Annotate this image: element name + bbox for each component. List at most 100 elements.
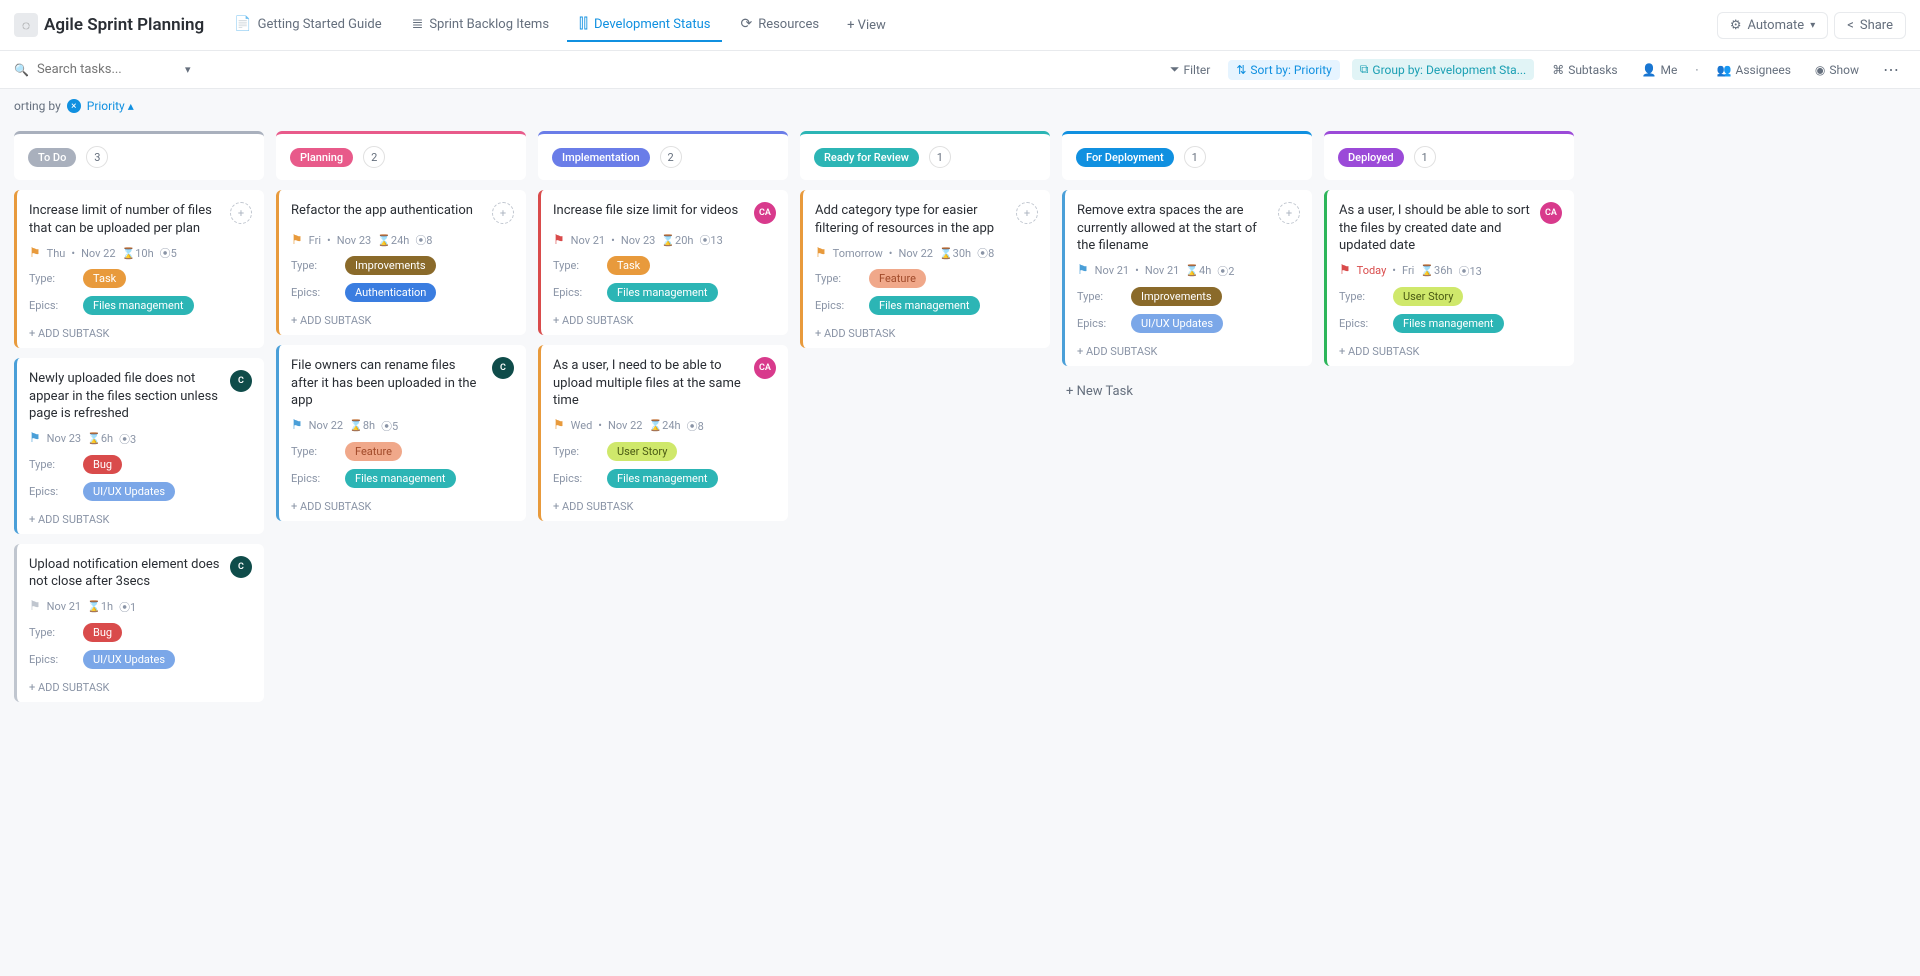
more-button[interactable]: ⋯ bbox=[1877, 57, 1906, 82]
column-header[interactable]: Implementation2 bbox=[538, 131, 788, 180]
task-card[interactable]: File owners can rename files after it ha… bbox=[276, 345, 526, 521]
type-tag[interactable]: Feature bbox=[345, 442, 402, 461]
priority-flag-icon[interactable]: ⚑ bbox=[29, 246, 41, 261]
sort-by-button[interactable]: ⇅Sort by: Priority bbox=[1228, 60, 1340, 80]
tab-sprint-backlog-items[interactable]: ≣Sprint Backlog Items bbox=[400, 8, 561, 42]
avatar[interactable]: CA bbox=[754, 202, 776, 224]
me-button[interactable]: 👤Me bbox=[1636, 60, 1684, 80]
task-card[interactable]: Increase limit of number of files that c… bbox=[14, 190, 264, 348]
add-subtask-button[interactable]: + ADD SUBTASK bbox=[29, 677, 252, 694]
add-view-button[interactable]: + View bbox=[837, 10, 896, 41]
epic-tag[interactable]: Files management bbox=[607, 283, 718, 302]
type-tag[interactable]: Feature bbox=[869, 269, 926, 288]
avatar[interactable]: CA bbox=[1540, 202, 1562, 224]
priority-flag-icon[interactable]: ⚑ bbox=[1077, 263, 1089, 278]
epic-tag[interactable]: Files management bbox=[1393, 314, 1504, 333]
project-title: Agile Sprint Planning bbox=[44, 15, 204, 35]
priority-flag-icon[interactable]: ⚑ bbox=[291, 418, 303, 433]
type-label: Type: bbox=[29, 458, 65, 471]
epic-tag[interactable]: Files management bbox=[345, 469, 456, 488]
column-header[interactable]: For Deployment1 bbox=[1062, 131, 1312, 180]
task-card[interactable]: As a user, I should be able to sort the … bbox=[1324, 190, 1574, 366]
assignee-placeholder-icon[interactable]: + bbox=[230, 202, 252, 224]
filter-button[interactable]: ⏷Filter bbox=[1164, 59, 1216, 80]
add-subtask-button[interactable]: + ADD SUBTASK bbox=[291, 310, 514, 327]
type-tag[interactable]: User Story bbox=[1393, 287, 1463, 306]
tab-getting-started-guide[interactable]: 📄Getting Started Guide bbox=[222, 8, 393, 42]
tab-resources[interactable]: ⟳Resources bbox=[728, 8, 831, 42]
assignee-placeholder-icon[interactable]: + bbox=[1278, 202, 1300, 224]
chevron-down-icon[interactable]: ▾ bbox=[185, 63, 191, 76]
epic-tag[interactable]: Files management bbox=[869, 296, 980, 315]
task-card[interactable]: Newly uploaded file does not appear in t… bbox=[14, 358, 264, 534]
epic-tag[interactable]: Authentication bbox=[345, 283, 436, 302]
avatar[interactable]: C bbox=[230, 370, 252, 392]
type-tag[interactable]: Bug bbox=[83, 455, 122, 474]
column-header[interactable]: Ready for Review1 bbox=[800, 131, 1050, 180]
priority-flag-icon[interactable]: ⚑ bbox=[553, 233, 565, 248]
task-card[interactable]: Upload notification element does not clo… bbox=[14, 544, 264, 702]
epics-label: Epics: bbox=[29, 299, 65, 312]
count-badge: 2 bbox=[363, 146, 385, 168]
task-card[interactable]: As a user, I need to be able to upload m… bbox=[538, 345, 788, 521]
task-card[interactable]: Refactor the app authentication+⚑Fri•Nov… bbox=[276, 190, 526, 335]
add-subtask-button[interactable]: + ADD SUBTASK bbox=[815, 323, 1038, 340]
task-card[interactable]: Increase file size limit for videosCA⚑No… bbox=[538, 190, 788, 335]
automate-button[interactable]: ⚙ Automate ▾ bbox=[1717, 12, 1828, 39]
task-meta: ⚑Thu•Nov 22⌛10h⦿5 bbox=[29, 245, 252, 261]
epic-tag[interactable]: Files management bbox=[607, 469, 718, 488]
add-subtask-button[interactable]: + ADD SUBTASK bbox=[1077, 341, 1300, 358]
search-input[interactable] bbox=[37, 62, 177, 77]
kanban-board: To Do3 Increase limit of number of files … bbox=[0, 123, 1920, 732]
search-box[interactable]: 🔍 ▾ bbox=[14, 62, 214, 77]
type-label: Type: bbox=[1339, 290, 1375, 303]
assignee-placeholder-icon[interactable]: + bbox=[1016, 202, 1038, 224]
priority-flag-icon[interactable]: ⚑ bbox=[29, 431, 41, 446]
assignee-placeholder-icon[interactable]: + bbox=[492, 202, 514, 224]
add-subtask-button[interactable]: + ADD SUBTASK bbox=[29, 323, 252, 340]
tab-development-status[interactable]: ⫿⫿Development Status bbox=[567, 8, 722, 42]
epic-tag[interactable]: UI/UX Updates bbox=[83, 650, 175, 669]
avatar[interactable]: CA bbox=[754, 357, 776, 379]
column-header[interactable]: Planning2 bbox=[276, 131, 526, 180]
type-tag[interactable]: User Story bbox=[607, 442, 677, 461]
column-header[interactable]: Deployed1 bbox=[1324, 131, 1574, 180]
task-card[interactable]: Add category type for easier filtering o… bbox=[800, 190, 1050, 348]
task-card[interactable]: Remove extra spaces the are currently al… bbox=[1062, 190, 1312, 366]
add-subtask-button[interactable]: + ADD SUBTASK bbox=[1339, 341, 1562, 358]
type-tag[interactable]: Bug bbox=[83, 623, 122, 642]
filter-icon: ⏷ bbox=[1170, 62, 1180, 77]
new-task-button[interactable]: + New Task bbox=[1062, 376, 1312, 407]
type-tag[interactable]: Task bbox=[607, 256, 650, 275]
avatar[interactable]: C bbox=[230, 556, 252, 578]
epic-tag[interactable]: UI/UX Updates bbox=[1131, 314, 1223, 333]
group-by-button[interactable]: ⧉Group by: Development Sta... bbox=[1352, 59, 1534, 80]
sort-field-link[interactable]: Priority ▴ bbox=[87, 99, 134, 113]
add-subtask-button[interactable]: + ADD SUBTASK bbox=[553, 310, 776, 327]
add-subtask-button[interactable]: + ADD SUBTASK bbox=[553, 496, 776, 513]
priority-flag-icon[interactable]: ⚑ bbox=[291, 233, 303, 248]
column-to-do: To Do3 Increase limit of number of files … bbox=[14, 131, 264, 702]
column-header[interactable]: To Do3 bbox=[14, 131, 264, 180]
priority-flag-icon[interactable]: ⚑ bbox=[1339, 263, 1351, 278]
add-subtask-button[interactable]: + ADD SUBTASK bbox=[291, 496, 514, 513]
subtasks-button[interactable]: ⌘Subtasks bbox=[1546, 60, 1623, 80]
share-button[interactable]: < Share bbox=[1834, 12, 1906, 39]
priority-flag-icon[interactable]: ⚑ bbox=[815, 246, 827, 261]
assignees-button[interactable]: 👥Assignees bbox=[1711, 60, 1797, 80]
epics-label: Epics: bbox=[291, 472, 327, 485]
priority-flag-icon[interactable]: ⚑ bbox=[29, 599, 41, 614]
epic-tag[interactable]: Files management bbox=[83, 296, 194, 315]
epic-tag[interactable]: UI/UX Updates bbox=[83, 482, 175, 501]
add-subtask-button[interactable]: + ADD SUBTASK bbox=[29, 509, 252, 526]
show-button[interactable]: ◉Show bbox=[1809, 60, 1865, 80]
clear-sort-icon[interactable]: × bbox=[67, 99, 81, 113]
avatar[interactable]: C bbox=[492, 357, 514, 379]
task-title: Newly uploaded file does not appear in t… bbox=[29, 370, 222, 423]
type-tag[interactable]: Improvements bbox=[345, 256, 436, 275]
group-icon: ⧉ bbox=[1360, 62, 1369, 77]
type-tag[interactable]: Improvements bbox=[1131, 287, 1222, 306]
type-tag[interactable]: Task bbox=[83, 269, 126, 288]
tab-icon: 📄 bbox=[234, 16, 251, 32]
priority-flag-icon[interactable]: ⚑ bbox=[553, 418, 565, 433]
